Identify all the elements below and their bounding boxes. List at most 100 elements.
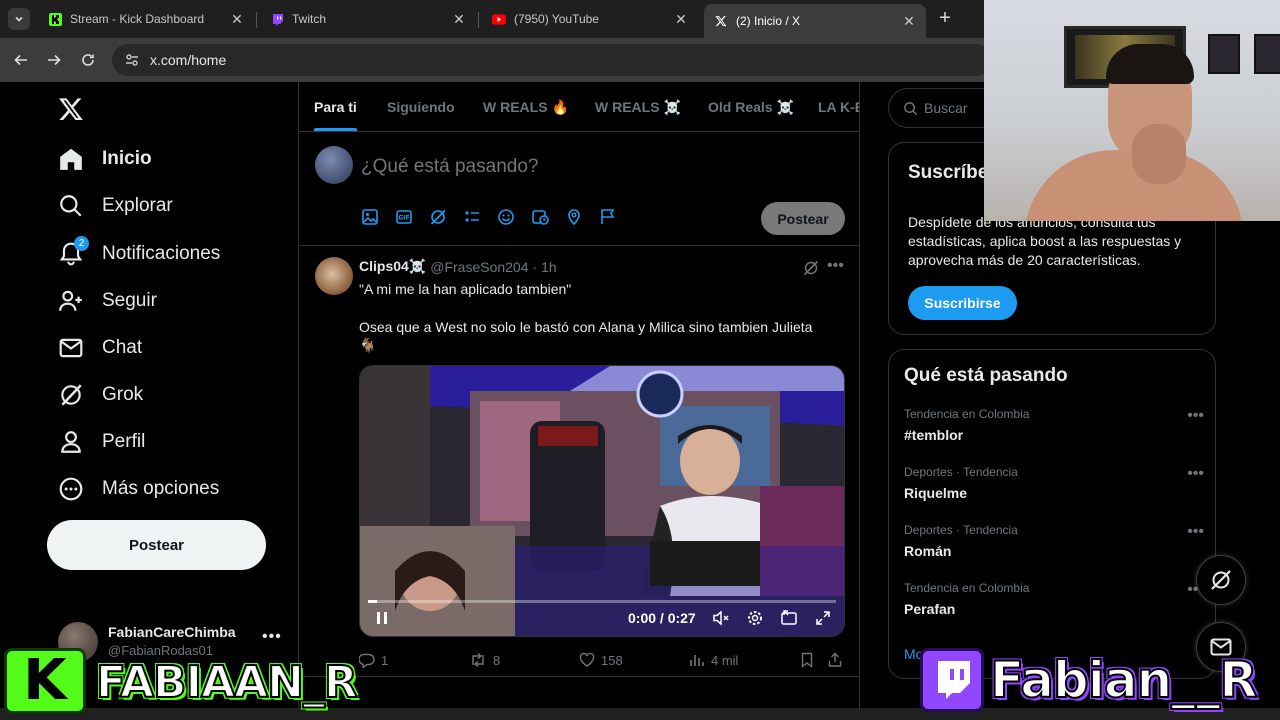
bell-icon: 2 — [58, 236, 89, 267]
close-icon[interactable]: ✕ — [230, 11, 244, 28]
grok-icon[interactable] — [429, 208, 447, 226]
nav-chat[interactable]: Chat — [58, 328, 142, 368]
tab-title: Stream - Kick Dashboard — [70, 12, 205, 26]
kick-channel-name: FABIAAN_R — [95, 656, 359, 709]
grok-icon[interactable] — [803, 260, 819, 276]
nav-label: Seguir — [102, 290, 157, 311]
tweet-time[interactable]: · 1h — [533, 259, 557, 275]
nav-follow[interactable]: Seguir — [58, 281, 157, 321]
trend-item[interactable]: Deportes · Tendencia Riquelme ••• — [904, 465, 1204, 505]
view-count: 4 mil — [711, 652, 739, 668]
x-logo-icon[interactable] — [58, 96, 84, 122]
grok-icon — [1211, 570, 1231, 590]
schedule-icon[interactable] — [531, 208, 549, 226]
nav-profile[interactable]: Perfil — [58, 422, 145, 462]
gif-icon[interactable]: GIF — [395, 208, 413, 226]
views-button[interactable]: 4 mil — [689, 652, 738, 668]
twitch-icon — [270, 12, 284, 26]
tab-w-reals-fire[interactable]: W REALS 🔥 — [483, 82, 569, 131]
reply-count: 1 — [381, 652, 389, 668]
fullscreen-button[interactable] — [813, 608, 833, 628]
image-icon[interactable] — [361, 208, 379, 226]
back-button[interactable] — [10, 49, 32, 71]
browser-tab-youtube[interactable]: (7950) YouTube ✕ — [482, 4, 698, 34]
compose-input[interactable]: ¿Qué está pasando? — [361, 156, 538, 178]
mute-button[interactable] — [711, 608, 731, 628]
video-progress-bar[interactable] — [368, 600, 836, 603]
pause-icon — [377, 612, 387, 624]
chevron-down-icon — [15, 16, 23, 22]
settings-button[interactable] — [745, 608, 765, 628]
kick-icon — [48, 12, 62, 26]
dock-icon — [781, 610, 797, 625]
trend-context: Deportes · Tendencia — [904, 523, 1018, 537]
reply-button[interactable]: 1 — [359, 652, 388, 668]
new-tab-button[interactable]: + — [934, 8, 956, 30]
repost-button[interactable]: 8 — [469, 652, 500, 668]
tab-following[interactable]: Siguiendo — [387, 82, 455, 131]
fullscreen-icon — [816, 611, 830, 625]
tab-w-reals-skull[interactable]: W REALS ☠️ — [595, 82, 681, 131]
tab-label: Para ti — [314, 99, 357, 115]
heart-icon — [579, 652, 595, 667]
trend-item[interactable]: Tendencia en Colombia Perafan ••• — [904, 581, 1204, 621]
close-icon[interactable]: ✕ — [902, 13, 916, 30]
grok-floating-button[interactable] — [1196, 555, 1246, 605]
location-icon[interactable] — [565, 208, 583, 226]
mail-icon — [58, 335, 84, 361]
trend-context: Tendencia en Colombia — [904, 581, 1030, 595]
poll-icon[interactable] — [463, 208, 481, 226]
x-icon — [714, 14, 728, 28]
browser-tab-twitch[interactable]: Twitch ✕ — [260, 4, 476, 34]
nav-notifications[interactable]: 2 Notificaciones — [58, 234, 220, 274]
docked-player-button[interactable] — [779, 608, 799, 628]
avatar[interactable] — [315, 257, 353, 295]
more-horizontal-icon[interactable]: ••• — [1187, 465, 1204, 483]
like-button[interactable]: 158 — [579, 652, 623, 668]
tweet[interactable]: Clips04☠️ @FraseSon204 · 1h ••• "A mi me… — [299, 247, 859, 677]
more-horizontal-icon[interactable]: ••• — [1187, 407, 1204, 425]
bookmark-button[interactable] — [799, 652, 821, 668]
address-bar[interactable]: x.com/home — [112, 44, 992, 76]
emoji-icon[interactable] — [497, 208, 515, 226]
site-settings-icon[interactable] — [124, 52, 140, 68]
subscribe-button[interactable]: Suscribirse — [908, 286, 1017, 320]
more-horizontal-icon[interactable]: ••• — [1187, 523, 1204, 541]
nav-grok[interactable]: Grok — [58, 375, 143, 415]
close-icon[interactable]: ✕ — [674, 11, 688, 28]
repost-icon — [472, 652, 484, 668]
repost-count: 8 — [493, 652, 501, 668]
tweet-author-name[interactable]: Clips04☠️ — [359, 258, 426, 275]
nav-more-options[interactable]: Más opciones — [58, 469, 219, 509]
flag-icon[interactable] — [599, 208, 617, 226]
nav-home[interactable]: Inicio — [58, 139, 152, 179]
nav-label: Notificaciones — [102, 243, 221, 264]
tab-old-reals[interactable]: Old Reals ☠️ — [708, 82, 794, 131]
tab-la-k-e[interactable]: LA K-E — [818, 82, 859, 131]
compose-post-button[interactable]: Postear — [761, 202, 845, 235]
close-icon[interactable]: ✕ — [452, 11, 466, 28]
forward-button[interactable] — [43, 49, 65, 71]
wall-poster — [1208, 34, 1240, 74]
trend-item[interactable]: Deportes · Tendencia Román ••• — [904, 523, 1204, 563]
share-button[interactable] — [827, 652, 849, 668]
nav-explore[interactable]: Explorar — [58, 186, 173, 226]
browser-tab-kick[interactable]: Stream - Kick Dashboard ✕ — [38, 4, 254, 34]
search-placeholder: Buscar — [924, 100, 968, 116]
tab-divider — [256, 12, 257, 28]
post-button[interactable]: Postear — [47, 520, 266, 570]
pause-button[interactable] — [372, 608, 392, 628]
person-icon — [58, 429, 84, 455]
trend-item[interactable]: Tendencia en Colombia #temblor ••• — [904, 407, 1204, 447]
tweet-author-handle[interactable]: @FraseSon204 — [430, 259, 528, 275]
tab-for-you[interactable]: Para ti — [314, 82, 357, 131]
reload-icon — [82, 54, 94, 66]
more-horizontal-icon[interactable]: ••• — [827, 257, 844, 275]
browser-tab-x[interactable]: (2) Inicio / X ✕ — [704, 4, 926, 38]
reload-button[interactable] — [77, 49, 99, 71]
tweet-video[interactable]: 0:00 / 0:27 — [359, 365, 845, 637]
tab-label: W REALS 🔥 — [483, 98, 569, 115]
tab-search-button[interactable] — [8, 8, 30, 30]
follow-icon — [58, 288, 84, 314]
tab-label: LA K-E — [818, 99, 859, 115]
